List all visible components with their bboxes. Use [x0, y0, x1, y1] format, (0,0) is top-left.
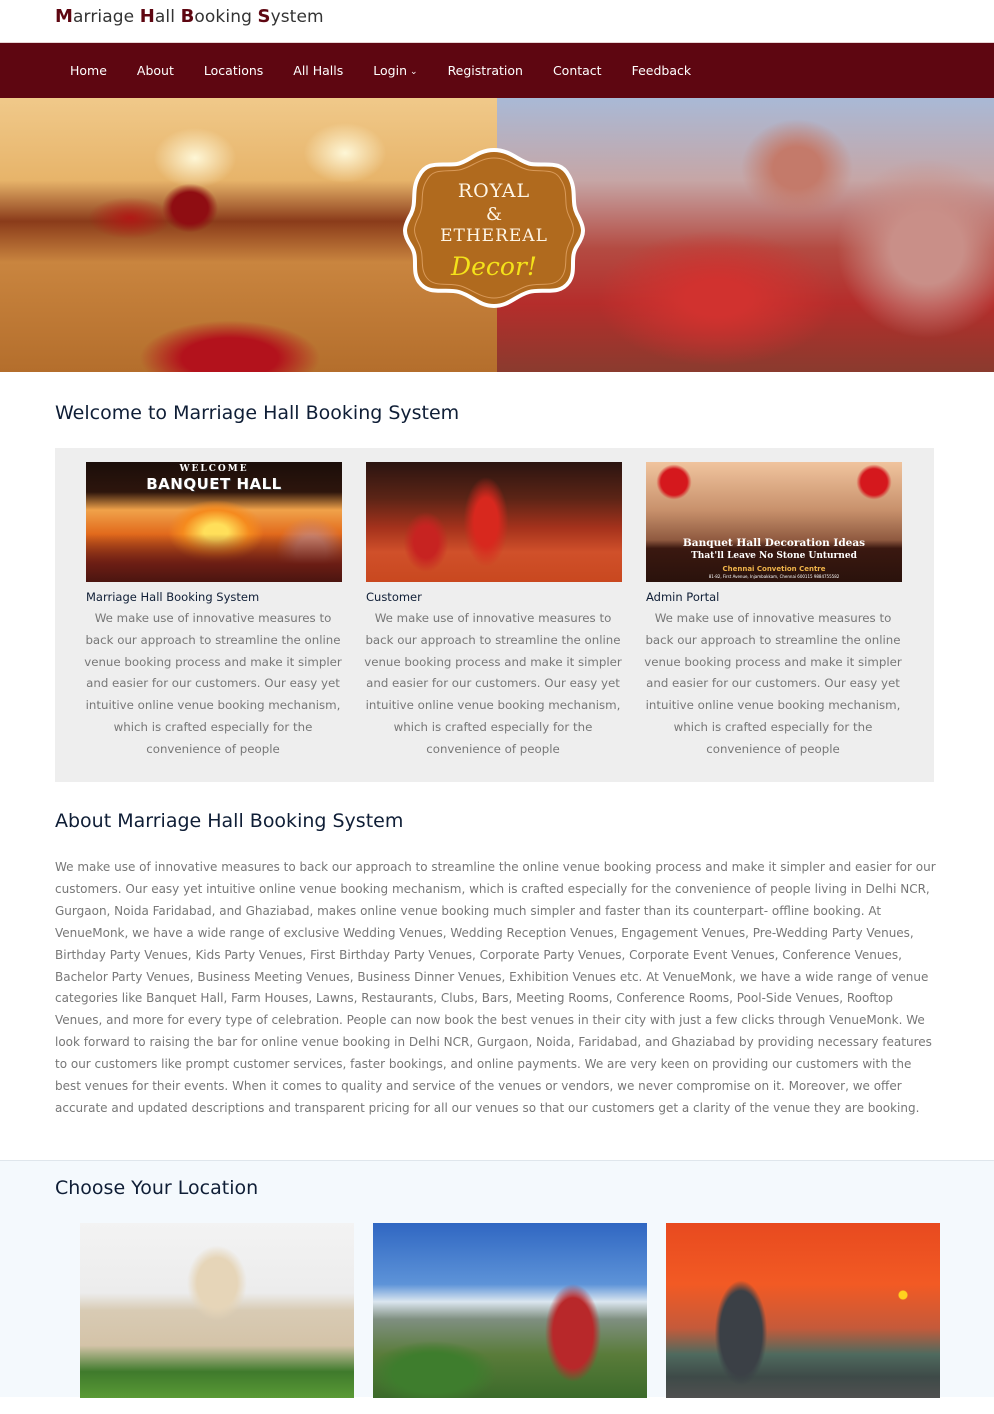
feature-card: Banquet Hall Decoration Ideas That'll Le… — [644, 462, 903, 761]
brand-initial: M — [55, 6, 74, 27]
nav-label: Locations — [203, 63, 264, 78]
location-card-delhi[interactable] — [666, 1222, 940, 1398]
card-description: We make use of innovative measures to ba… — [84, 611, 342, 756]
card-title: Customer — [366, 590, 422, 604]
nav-contact[interactable]: Contact — [538, 63, 617, 78]
hero-badge: ROYAL & ETHEREAL Decor! — [401, 146, 587, 309]
nav-label: Feedback — [631, 63, 692, 78]
welcome-section: Welcome to Marriage Hall Booking System — [0, 372, 994, 448]
nav-about[interactable]: About — [122, 63, 189, 78]
image-caption: Chennai Convetion Centre — [722, 565, 826, 573]
card-title: Marriage Hall Booking System — [86, 590, 260, 604]
brand-initial: B — [180, 6, 195, 27]
about-text: We make use of innovative measures to ba… — [55, 860, 936, 1115]
nav-home[interactable]: Home — [55, 63, 122, 78]
brand-word: arriage — [73, 7, 135, 27]
features-panel: WELCOME BANQUET HALL Marriage Hall Booki… — [55, 448, 934, 782]
image-caption: Banquet Hall Decoration Ideas — [682, 537, 866, 549]
location-card-chennai[interactable] — [373, 1222, 647, 1398]
feature-card: Customer We make use of innovative measu… — [364, 462, 623, 761]
badge-line: Decor! — [451, 252, 537, 281]
chevron-down-icon: ⌄ — [410, 66, 418, 77]
image-caption: WELCOME — [179, 464, 249, 474]
customer-image — [366, 462, 622, 582]
brand-initial: S — [257, 6, 271, 27]
nav-registration[interactable]: Registration — [433, 63, 538, 78]
nav-login-dropdown[interactable]: Login ⌄ — [358, 63, 432, 78]
brand-word: ooking — [194, 7, 252, 27]
admin-portal-image: Banquet Hall Decoration Ideas That'll Le… — [646, 462, 902, 582]
card-title: Admin Portal — [646, 590, 720, 604]
nav-all-halls[interactable]: All Halls — [278, 63, 358, 78]
nav-label: Login — [373, 63, 408, 78]
location-card-bangalore[interactable] — [80, 1222, 354, 1398]
nav-label: About — [136, 63, 174, 78]
badge-line: ROYAL — [457, 180, 531, 202]
banquet-hall-image: WELCOME BANQUET HALL — [86, 462, 342, 582]
brand-word: ystem — [270, 7, 324, 27]
image-caption: 81-82, First Avenue, Injambakkam, Chenna… — [708, 574, 840, 579]
hero-banner: ROYAL & ETHEREAL Decor! — [0, 98, 994, 372]
badge-line: & — [485, 204, 503, 225]
welcome-heading: Welcome to Marriage Hall Booking System — [55, 402, 460, 424]
nav-label: Registration — [447, 63, 523, 78]
brand-word: all — [154, 7, 176, 27]
image-caption: BANQUET HALL — [146, 475, 282, 493]
brand-initial: H — [139, 6, 155, 27]
badge-line: ETHEREAL — [440, 226, 548, 246]
locations-heading: Choose Your Location — [55, 1176, 259, 1199]
feature-card: WELCOME BANQUET HALL Marriage Hall Booki… — [84, 462, 343, 761]
nav-label: Home — [70, 63, 107, 78]
brand-bar: Marriage Hall Booking System — [0, 0, 994, 43]
about-section: About Marriage Hall Booking System We ma… — [0, 782, 994, 1120]
site-title[interactable]: Marriage Hall Booking System — [55, 6, 324, 27]
image-caption: That'll Leave No Stone Unturned — [691, 551, 857, 561]
card-description: We make use of innovative measures to ba… — [644, 611, 902, 756]
card-description: We make use of innovative measures to ba… — [364, 611, 622, 756]
nav-label: All Halls — [293, 63, 344, 78]
nav-feedback[interactable]: Feedback — [617, 63, 707, 78]
badge-text: ROYAL & ETHEREAL Decor! — [401, 146, 587, 309]
nav-locations[interactable]: Locations — [189, 63, 278, 78]
main-nav: Home About Locations All Halls Login ⌄ Re… — [0, 43, 994, 98]
nav-label: Contact — [552, 63, 602, 78]
locations-section: Choose Your Location — [0, 1159, 994, 1398]
about-heading: About Marriage Hall Booking System — [55, 810, 404, 832]
